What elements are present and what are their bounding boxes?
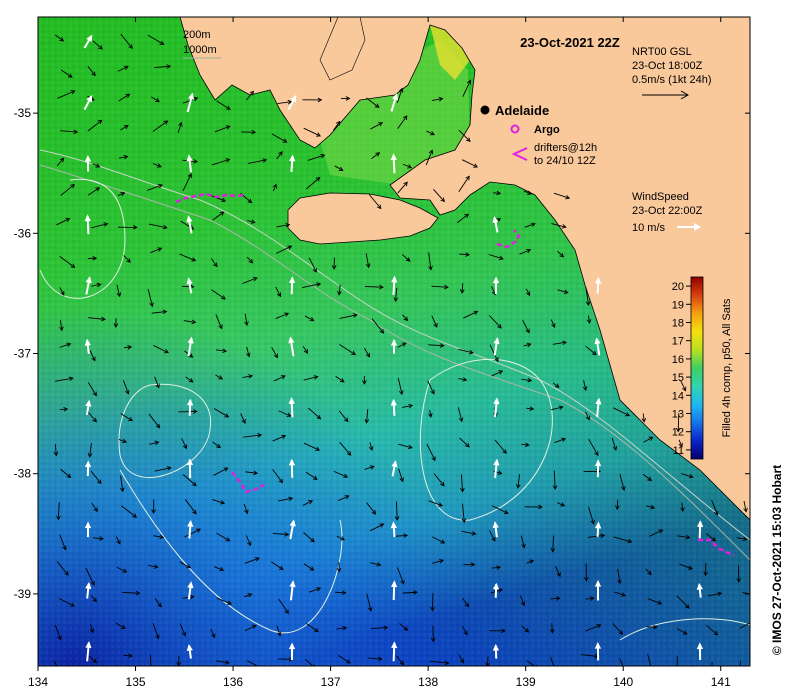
contour-legend-1000m: 1000m — [183, 44, 217, 56]
colorbar-scale — [690, 276, 704, 460]
current-legend-line1: NRT00 GSL — [632, 46, 692, 58]
argo-legend-label: Argo — [534, 124, 560, 136]
lon-tick-label: 136 — [223, 675, 243, 689]
map-plot-area — [38, 17, 750, 666]
wind-legend-line2: 23-Oct 22:00Z — [632, 205, 703, 217]
current-legend-line3: 0.5m/s (1kt 24h) — [632, 74, 711, 86]
colorbar-tick-label: 19 — [672, 299, 684, 311]
city-label: Adelaide — [495, 103, 549, 118]
wind-legend-line1: WindSpeed — [632, 191, 689, 203]
lat-tick-label: -37 — [14, 347, 32, 361]
contour-legend-200m: 200m — [183, 29, 211, 41]
colorbar-tick-label: 11 — [673, 445, 684, 457]
lon-tick-label: 141 — [711, 675, 731, 689]
current-vector — [178, 411, 197, 413]
colorbar-tick-label: 18 — [672, 318, 684, 330]
colorbar-tick-label: 15 — [672, 372, 684, 384]
colorbar-tick-label: 13 — [672, 409, 684, 421]
sst-map-figure: 134 135 136 137 138 139 140 141-35-36-37-38-39 … — [14, 16, 784, 689]
wind-legend-line3: 10 m/s — [632, 222, 666, 234]
drifter-legend-line1: drifters@12h — [534, 142, 597, 154]
lat-tick-label: -36 — [14, 226, 32, 240]
lon-tick-label: 135 — [126, 675, 146, 689]
city-marker-icon — [480, 105, 490, 115]
lon-tick-label: 138 — [418, 675, 438, 689]
lon-tick-label: 139 — [516, 675, 536, 689]
colorbar-tick-label: 16 — [672, 354, 684, 366]
colorbar-tick-label: 14 — [672, 390, 684, 402]
drifter-legend-line2: to 24/10 12Z — [534, 155, 596, 167]
current-legend-line2: 23-Oct 18:00Z — [632, 60, 703, 72]
lat-tick-label: -35 — [14, 106, 32, 120]
imos-credit: © IMOS 27-Oct-2021 15:03 Hobart — [770, 465, 784, 655]
lon-tick-label: 137 — [321, 675, 341, 689]
colorbar-tick-label: 17 — [672, 336, 684, 348]
colorbar-title: Filled 4h comp, p50, All Sats — [721, 298, 733, 437]
colorbar-tick-label: 12 — [672, 427, 684, 439]
map-title: 23-Oct-2021 22Z — [520, 35, 620, 50]
lon-tick-label: 140 — [613, 675, 633, 689]
lat-tick-label: -39 — [14, 587, 32, 601]
lon-tick-label: 134 — [28, 675, 48, 689]
lat-tick-label: -38 — [14, 467, 32, 481]
colorbar-tick-label: 20 — [672, 281, 684, 293]
